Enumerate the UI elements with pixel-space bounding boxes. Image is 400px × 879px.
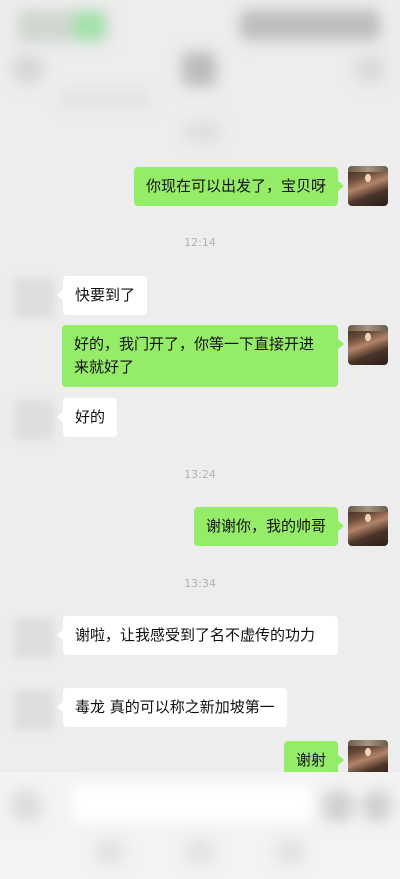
back-button[interactable]	[14, 56, 42, 82]
nav-button-back[interactable]	[96, 840, 124, 864]
more-actions-button[interactable]	[362, 790, 392, 822]
message-bubble-received[interactable]: 谢啦，让我感受到了名不虚传的功力	[57, 616, 338, 655]
contact-avatar[interactable]	[14, 690, 54, 730]
timestamp-top	[184, 124, 220, 140]
message-bubble-received[interactable]: 快要到了	[56, 276, 148, 315]
message-bubble-sent[interactable]: 你现在可以出发了，宝贝呀	[133, 167, 345, 206]
message-bubble-sent[interactable]: 谢谢你，我的帅哥	[193, 507, 345, 546]
header-subtitle	[60, 90, 150, 108]
message-bubble-sent[interactable]: 好的，我门开了，你等一下直接开进来就好了	[62, 325, 344, 387]
emoji-button[interactable]	[322, 790, 354, 822]
my-avatar[interactable]	[348, 166, 388, 206]
nav-button-home[interactable]	[186, 840, 214, 864]
contact-avatar[interactable]	[14, 278, 54, 318]
message-bubble-received[interactable]: 好的	[56, 398, 118, 437]
contact-avatar[interactable]	[14, 400, 54, 440]
chat-title	[182, 52, 216, 86]
timestamp: 13:34	[184, 577, 216, 590]
timestamp: 12:14	[184, 236, 216, 249]
nav-button-recent[interactable]	[276, 840, 304, 864]
timestamp: 13:24	[184, 468, 216, 481]
status-bar-right	[240, 10, 380, 40]
my-avatar[interactable]	[348, 325, 388, 365]
more-options-button[interactable]	[356, 56, 384, 82]
message-input[interactable]	[72, 784, 312, 822]
my-avatar[interactable]	[348, 506, 388, 546]
voice-input-button[interactable]	[10, 790, 42, 822]
message-bubble-received[interactable]: 毒龙 真的可以称之新加坡第一	[57, 688, 287, 727]
status-bar-indicator	[74, 12, 104, 40]
contact-avatar[interactable]	[14, 618, 54, 658]
